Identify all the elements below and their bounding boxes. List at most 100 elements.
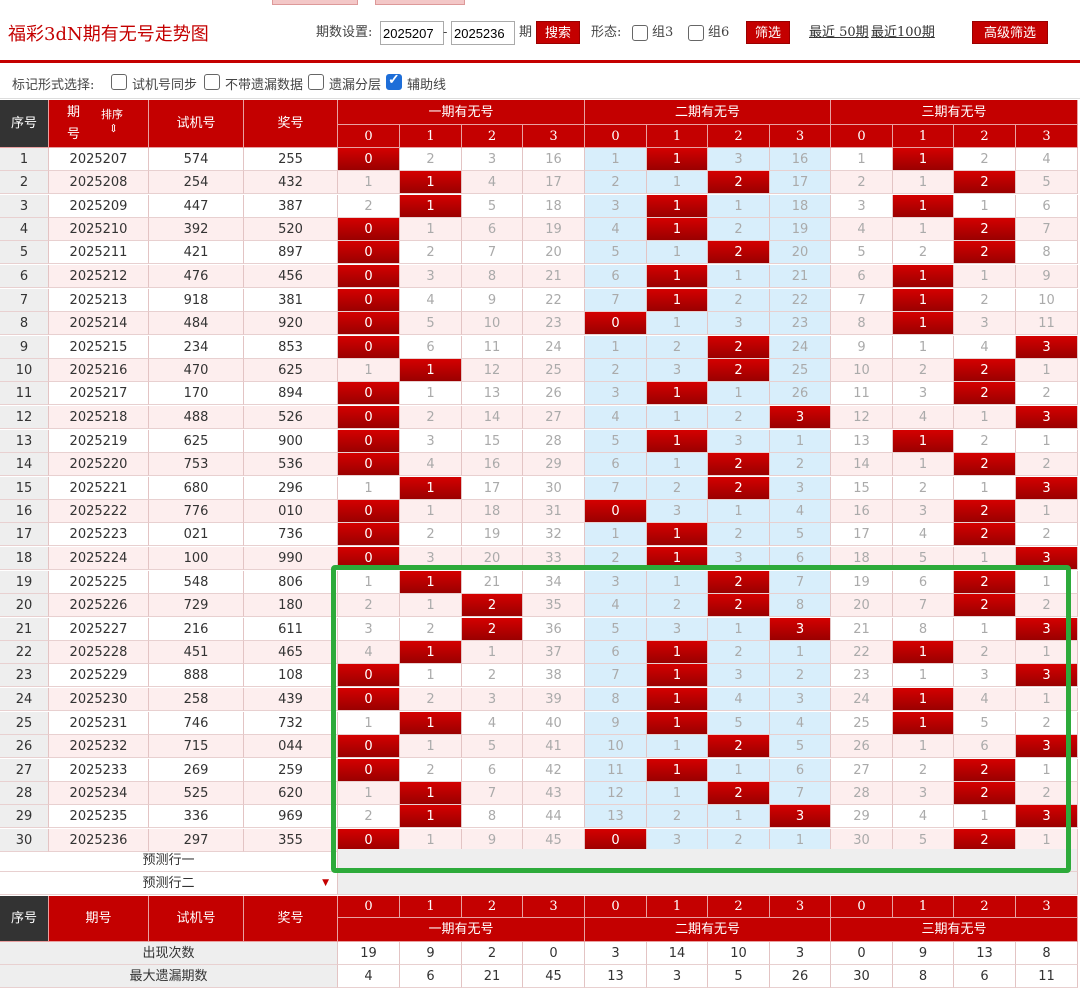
miss-cell: 8 (1016, 241, 1078, 264)
recent-100-link[interactable]: 最近100期 (871, 21, 935, 45)
tab-peek-1[interactable] (272, 0, 358, 5)
miss-cell: 5 (770, 523, 831, 546)
row-test-number: 269 (149, 759, 244, 782)
option-checkbox-auxline[interactable] (386, 72, 402, 90)
miss-cell: 19 (770, 218, 831, 241)
row-award-number: 853 (244, 336, 338, 359)
predict-row-2[interactable] (338, 872, 1078, 895)
miss-cell: 2 (585, 171, 647, 194)
miss-cell: 16 (462, 453, 523, 476)
miss-cell: 4 (831, 218, 893, 241)
hit-cell: 1 (647, 148, 708, 171)
row-test-number: 216 (149, 618, 244, 641)
hit-cell: 1 (400, 477, 462, 500)
miss-cell: 11 (585, 759, 647, 782)
group-header-1: 一期有无号 (338, 100, 585, 125)
miss-cell: 12 (462, 359, 523, 382)
miss-cell: 14 (462, 406, 523, 429)
sort-arrows-icon[interactable]: ⇕ (109, 120, 118, 138)
row-test-number: 525 (149, 782, 244, 805)
row-test-number: 451 (149, 641, 244, 664)
miss-cell: 24 (523, 336, 585, 359)
hit-cell: 0 (585, 312, 647, 335)
period-suffix: 期 (519, 25, 533, 40)
arrow-down-icon[interactable]: ▼ (322, 872, 329, 894)
row-award-number: 736 (244, 523, 338, 546)
stat-value: 3 (585, 942, 647, 965)
option-checkbox-no-missing[interactable] (204, 74, 220, 90)
group3-checkbox[interactable] (632, 25, 648, 41)
miss-cell: 1 (338, 712, 400, 735)
miss-cell: 7 (462, 782, 523, 805)
option-checkbox-sync[interactable] (111, 74, 127, 90)
marker-options-bar: 标记形式选择: 试机号同步 不带遗漏数据 遗漏分层 辅助线 (0, 64, 1080, 99)
period-from-input[interactable] (380, 21, 444, 45)
hit-cell: 0 (338, 688, 400, 711)
miss-cell: 3 (647, 618, 708, 641)
miss-cell: 1 (462, 641, 523, 664)
miss-cell: 9 (585, 712, 647, 735)
sub-header-1: 1 (647, 125, 708, 148)
option-label-sync: 试机号同步 (132, 78, 198, 93)
row-award-number: 920 (244, 312, 338, 335)
option-checkbox-layer[interactable] (308, 74, 324, 90)
miss-cell: 2 (338, 195, 400, 218)
miss-cell: 4 (893, 406, 954, 429)
miss-cell: 15 (831, 477, 893, 500)
miss-cell: 1 (708, 265, 770, 288)
miss-cell: 1 (338, 171, 400, 194)
hit-cell: 1 (400, 782, 462, 805)
period-to-input[interactable] (451, 21, 515, 45)
row-period: 2025227 (49, 618, 149, 641)
row-index: 25 (0, 712, 49, 735)
row-period: 2025226 (49, 594, 149, 617)
row-period: 2025223 (49, 523, 149, 546)
miss-cell: 2 (585, 359, 647, 382)
miss-cell: 3 (400, 547, 462, 570)
hit-cell: 1 (647, 688, 708, 711)
miss-cell: 22 (523, 289, 585, 312)
miss-cell: 6 (400, 336, 462, 359)
row-period: 2025218 (49, 406, 149, 429)
miss-cell: 1 (954, 195, 1016, 218)
miss-cell: 1 (893, 735, 954, 758)
miss-cell: 4 (462, 171, 523, 194)
filter-button[interactable]: 筛选 (746, 21, 790, 44)
search-button[interactable]: 搜索 (536, 21, 580, 44)
miss-cell: 23 (523, 312, 585, 335)
col-header-period-top: 期 (67, 105, 81, 120)
group6-checkbox[interactable] (688, 25, 704, 41)
hit-cell: 1 (647, 759, 708, 782)
miss-cell: 25 (523, 359, 585, 382)
miss-cell: 2 (338, 594, 400, 617)
miss-cell: 1 (708, 618, 770, 641)
miss-cell: 21 (462, 571, 523, 594)
advanced-filter-button[interactable]: 高级筛选 (972, 21, 1048, 44)
hit-cell: 2 (954, 241, 1016, 264)
hit-cell: 0 (338, 453, 400, 476)
row-period: 2025228 (49, 641, 149, 664)
group3-label: 组3 (652, 25, 674, 40)
hit-cell: 0 (338, 265, 400, 288)
row-test-number: 447 (149, 195, 244, 218)
hit-cell: 2 (708, 241, 770, 264)
stat-value: 8 (1016, 942, 1078, 965)
miss-cell: 2 (893, 759, 954, 782)
recent-50-link[interactable]: 最近 50期 (809, 21, 869, 45)
row-test-number: 746 (149, 712, 244, 735)
miss-cell: 6 (585, 265, 647, 288)
row-index: 8 (0, 312, 49, 335)
hit-cell: 1 (647, 430, 708, 453)
row-period: 2025208 (49, 171, 149, 194)
row-index: 5 (0, 241, 49, 264)
stat-value: 14 (647, 942, 708, 965)
sub-header-1: 1 (400, 125, 462, 148)
tab-peek-2[interactable] (375, 0, 465, 5)
predict-row-1[interactable] (338, 849, 1078, 872)
miss-cell: 5 (585, 241, 647, 264)
hit-cell: 1 (647, 382, 708, 405)
miss-cell: 17 (523, 171, 585, 194)
miss-cell: 2 (770, 664, 831, 687)
row-award-number: 990 (244, 547, 338, 570)
miss-cell: 2 (831, 171, 893, 194)
